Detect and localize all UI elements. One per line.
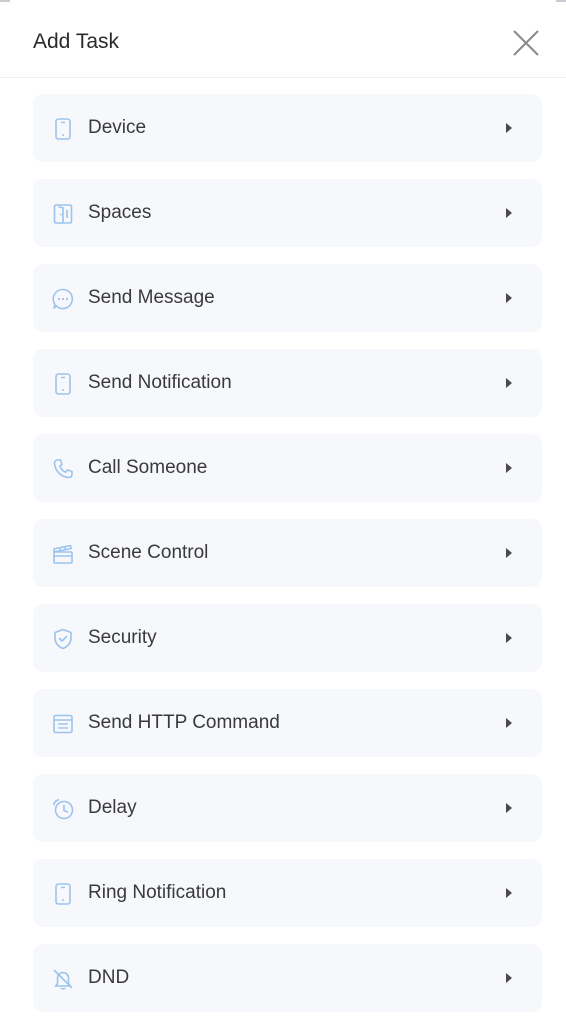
arrow-right-icon	[506, 548, 512, 558]
task-item-label: Call Someone	[88, 457, 208, 478]
task-item-dnd[interactable]: DND	[33, 944, 542, 1012]
task-item-delay[interactable]: Delay	[33, 774, 542, 842]
arrow-right-icon	[506, 378, 512, 388]
task-item-label: Send Notification	[88, 372, 232, 393]
close-icon[interactable]	[510, 27, 542, 59]
phone-icon	[51, 117, 75, 141]
task-item-send-http-command[interactable]: Send HTTP Command	[33, 689, 542, 757]
task-item-label: Ring Notification	[88, 882, 227, 903]
arrow-right-icon	[506, 973, 512, 983]
task-item-label: Security	[88, 627, 157, 648]
phone-call-icon	[51, 457, 75, 481]
arrow-right-icon	[506, 718, 512, 728]
http-window-icon	[51, 712, 75, 736]
corner-mark-right	[556, 0, 566, 4]
task-item-send-notification[interactable]: Send Notification	[33, 349, 542, 417]
bell-off-icon	[51, 967, 75, 991]
task-type-list: Device Spaces Send Message Send Notifica…	[33, 94, 542, 1029]
task-item-scene-control[interactable]: Scene Control	[33, 519, 542, 587]
alarm-clock-icon	[51, 797, 75, 821]
task-item-device[interactable]: Device	[33, 94, 542, 162]
phone-icon	[51, 372, 75, 396]
task-item-ring-notification[interactable]: Ring Notification	[33, 859, 542, 927]
task-item-send-message[interactable]: Send Message	[33, 264, 542, 332]
message-bubble-icon	[51, 287, 75, 311]
task-item-spaces[interactable]: Spaces	[33, 179, 542, 247]
shield-icon	[51, 627, 75, 651]
task-item-label: Device	[88, 117, 147, 138]
arrow-right-icon	[506, 123, 512, 133]
task-item-label: Send Message	[88, 287, 215, 308]
door-icon	[51, 202, 75, 226]
arrow-right-icon	[506, 633, 512, 643]
close-button[interactable]	[510, 27, 542, 59]
task-item-label: Scene Control	[88, 542, 209, 563]
arrow-right-icon	[506, 293, 512, 303]
arrow-right-icon	[506, 888, 512, 898]
arrow-right-icon	[506, 208, 512, 218]
task-item-label: Spaces	[88, 202, 152, 223]
task-item-label: DND	[88, 967, 130, 988]
arrow-right-icon	[506, 803, 512, 813]
arrow-right-icon	[506, 463, 512, 473]
clapperboard-icon	[51, 542, 75, 566]
task-item-security[interactable]: Security	[33, 604, 542, 672]
header: Add Task	[0, 0, 566, 78]
page-title: Add Task	[33, 30, 119, 53]
task-item-call-someone[interactable]: Call Someone	[33, 434, 542, 502]
task-item-label: Delay	[88, 797, 137, 818]
task-item-label: Send HTTP Command	[88, 712, 280, 733]
corner-mark-left	[0, 0, 10, 4]
phone-icon	[51, 882, 75, 906]
